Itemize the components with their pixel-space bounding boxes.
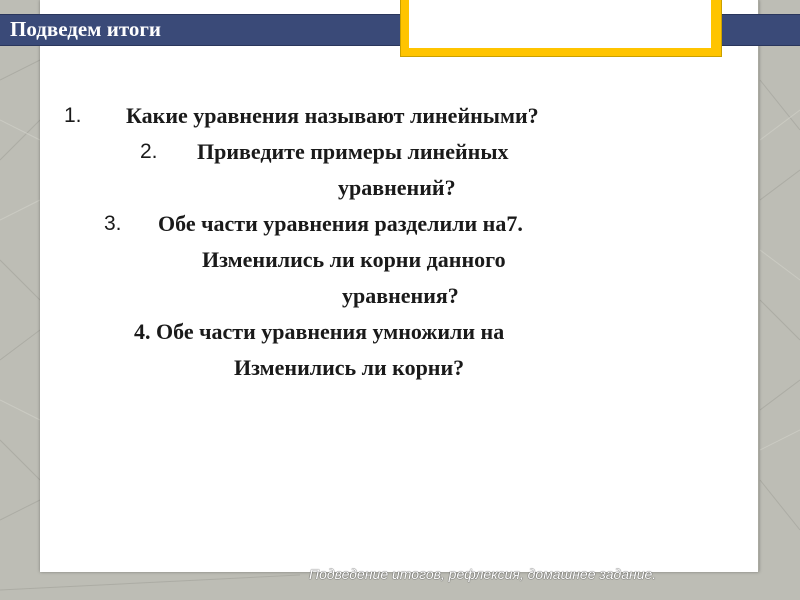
list-item: 3. Обе части уравнения разделили на7.	[60, 206, 700, 242]
list-item-text: Изменились ли корни данного	[202, 247, 506, 272]
list-item-continuation: Изменились ли корни данного	[60, 242, 700, 278]
list-item-continuation: уравнения?	[60, 278, 700, 314]
list-item-continuation: Изменились ли корни?	[60, 350, 700, 386]
list-item-text: Изменились ли корни?	[234, 355, 465, 380]
list-item: 2. Приведите примеры линейных	[60, 134, 700, 170]
list-item-continuation: уравнений?	[60, 170, 700, 206]
list-item-number: 2.	[140, 140, 158, 163]
list-item-text: Какие уравнения называют линейными?	[126, 103, 539, 128]
slide-footer: Подведение итогов, рефлексия, домашнее з…	[309, 566, 657, 582]
list-item: 4. Обе части уравнения умножили на	[60, 314, 700, 350]
list-item-text: уравнений?	[338, 175, 456, 200]
accent-box-inner	[409, 0, 711, 48]
list-item-number: 3.	[104, 212, 122, 235]
list-item-number: 1.	[64, 104, 82, 127]
list-item-text: Обе части уравнения разделили на7.	[158, 211, 523, 236]
question-list: 1. Какие уравнения называют линейными? 2…	[60, 98, 700, 386]
list-item-text: 4. Обе части уравнения умножили на	[134, 319, 505, 344]
accent-box	[400, 0, 722, 57]
list-item-text: уравнения?	[342, 283, 459, 308]
list-item: 1. Какие уравнения называют линейными?	[60, 98, 700, 134]
slide-title: Подведем итоги	[10, 17, 162, 41]
list-item-text: Приведите примеры линейных	[197, 139, 509, 164]
